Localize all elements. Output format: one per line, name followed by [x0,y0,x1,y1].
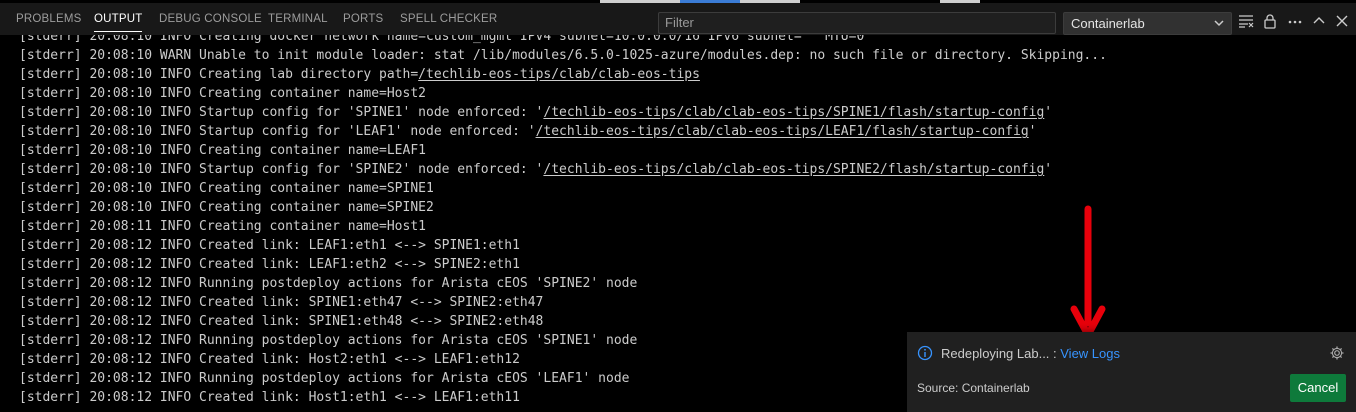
log-text: [stderr] 20:08:12 INFO Created link: LEA… [19,257,520,272]
more-icon[interactable] [1287,13,1305,31]
log-text: [stderr] 20:08:10 WARN Unable to init mo… [19,48,1107,63]
log-line: [stderr] 20:08:10 INFO Startup config fo… [19,160,1052,179]
log-text: [stderr] 20:08:10 INFO Startup config fo… [19,124,536,139]
log-text: [stderr] 20:08:11 INFO Creating containe… [19,219,426,234]
log-line: [stderr] 20:08:10 INFO Creating lab dire… [19,65,700,84]
panel-header: PROBLEMS OUTPUT DEBUG CONSOLE TERMINAL P… [0,3,1356,35]
log-line: [stderr] 20:08:12 INFO Created link: LEA… [19,236,520,255]
log-text: [stderr] 20:08:10 INFO Startup config fo… [19,162,544,177]
log-line: [stderr] 20:08:12 INFO Created link: SPI… [19,293,543,312]
log-text: [stderr] 20:08:12 INFO Running postdeplo… [19,371,630,386]
log-line: [stderr] 20:08:10 INFO Startup config fo… [19,122,1036,141]
tab-ports[interactable]: PORTS [343,3,383,35]
log-line: [stderr] 20:08:11 INFO Creating containe… [19,217,426,236]
log-line: [stderr] 20:08:12 INFO Created link: Hos… [19,350,520,369]
output-channel-value: Containerlab [1071,16,1145,31]
log-line: [stderr] 20:08:12 INFO Running postdeplo… [19,274,637,293]
output-channel-select[interactable]: Containerlab [1063,12,1232,35]
chevron-up-icon[interactable] [1311,13,1329,31]
log-line: [stderr] 20:08:10 INFO Creating docker n… [19,35,864,46]
log-line: [stderr] 20:08:12 INFO Created link: LEA… [19,255,520,274]
notification-toast: Redeploying Lab... : View Logs Source: C… [907,332,1356,412]
file-path-link[interactable]: /techlib-eos-tips/clab/clab-eos-tips/SPI… [543,105,1044,120]
lock-icon[interactable] [1262,13,1280,31]
log-text: [stderr] 20:08:10 INFO Startup config fo… [19,105,544,120]
gear-icon[interactable] [1329,345,1345,361]
log-text: [stderr] 20:08:10 INFO Creating docker n… [19,35,865,44]
file-path-link[interactable]: /techlib-eos-tips/clab/clab-eos-tips [418,67,700,82]
tab-debug-console[interactable]: DEBUG CONSOLE [159,3,262,35]
log-line: [stderr] 20:08:10 INFO Creating containe… [19,141,426,160]
log-line: [stderr] 20:08:12 INFO Created link: SPI… [19,312,543,331]
log-text: [stderr] 20:08:10 INFO Creating containe… [19,200,434,215]
info-icon [917,345,933,361]
log-text: [stderr] 20:08:12 INFO Created link: SPI… [19,295,544,310]
log-text: [stderr] 20:08:10 INFO Creating lab dire… [19,67,419,82]
log-line: [stderr] 20:08:10 INFO Creating containe… [19,179,434,198]
log-line: [stderr] 20:08:12 INFO Running postdeplo… [19,331,637,350]
close-icon[interactable] [1334,13,1352,31]
log-text: [stderr] 20:08:12 INFO Created link: Hos… [19,352,520,367]
log-text: [stderr] 20:08:10 INFO Creating containe… [19,86,426,101]
log-text: [stderr] 20:08:12 INFO Created link: SPI… [19,314,544,329]
log-text: [stderr] 20:08:12 INFO Running postdeplo… [19,276,638,291]
annotation-arrow [1070,205,1106,339]
log-text: [stderr] 20:08:10 INFO Creating containe… [19,181,434,196]
notification-message: Redeploying Lab... : View Logs [941,346,1120,361]
log-line: [stderr] 20:08:10 INFO Creating containe… [19,84,426,103]
log-text: ' [1044,105,1053,120]
file-path-link[interactable]: /techlib-eos-tips/clab/clab-eos-tips/SPI… [543,162,1044,177]
list-filter-icon[interactable] [1238,13,1256,31]
log-text: [stderr] 20:08:10 INFO Creating containe… [19,143,426,158]
tab-spell-checker[interactable]: SPELL CHECKER [400,3,497,35]
log-text: [stderr] 20:08:12 INFO Running postdeplo… [19,333,638,348]
log-line: [stderr] 20:08:10 WARN Unable to init mo… [19,46,1107,65]
tab-terminal[interactable]: TERMINAL [268,3,328,35]
notification-text: Redeploying Lab... : [941,346,1061,361]
log-line: [stderr] 20:08:10 INFO Startup config fo… [19,103,1052,122]
tab-problems[interactable]: PROBLEMS [16,3,82,35]
log-text: [stderr] 20:08:12 INFO Created link: Hos… [19,390,520,405]
log-line: [stderr] 20:08:12 INFO Created link: Hos… [19,388,520,407]
filter-input[interactable]: Filter [658,12,1056,34]
tab-output[interactable]: OUTPUT [94,3,143,35]
log-line: [stderr] 20:08:10 INFO Creating containe… [19,198,434,217]
notification-source: Source: Containerlab [917,381,1030,395]
log-text: ' [1028,124,1037,139]
log-line: [stderr] 20:08:12 INFO Running postdeplo… [19,369,629,388]
view-logs-link[interactable]: View Logs [1060,346,1120,361]
log-text: ' [1044,162,1053,177]
cancel-button[interactable]: Cancel [1290,374,1346,402]
file-path-link[interactable]: /techlib-eos-tips/clab/clab-eos-tips/LEA… [536,124,1029,139]
log-text: [stderr] 20:08:12 INFO Created link: LEA… [19,238,520,253]
